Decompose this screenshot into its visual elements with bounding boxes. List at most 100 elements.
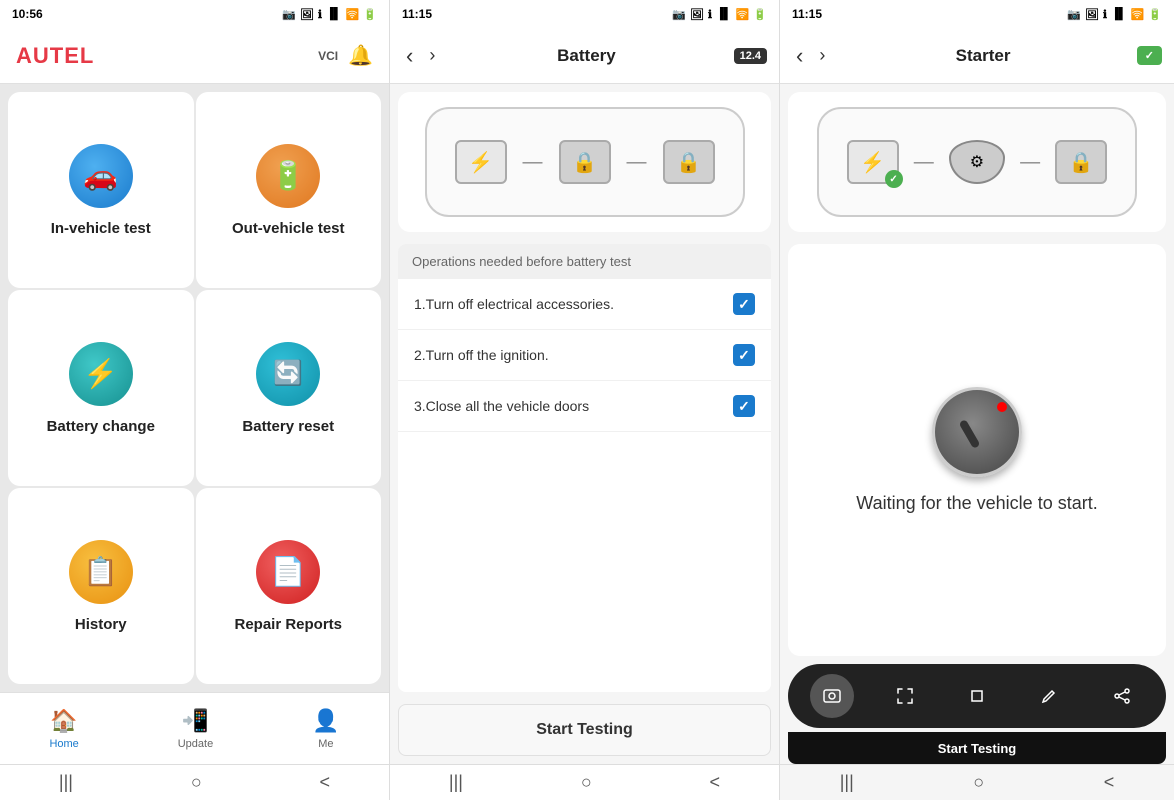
android-back-btn-3[interactable]: <	[1104, 772, 1115, 793]
starter-header: ‹ › Starter ✓	[780, 28, 1174, 84]
android-nav-2: ||| ○ <	[390, 764, 779, 800]
expand-tool-icon[interactable]	[883, 674, 927, 718]
android-back-btn-2[interactable]: <	[710, 772, 721, 793]
bottom-nav-1: 🏠 Home 📲 Update 👤 Me	[0, 692, 389, 764]
ignition-dial	[932, 387, 1022, 477]
battery-box-starter: ⚡ ✓	[847, 140, 899, 184]
camera-icon-2: 📷	[672, 8, 686, 21]
image-icon-3: 🖼	[1085, 8, 1099, 21]
operation-text-1: 1.Turn off electrical accessories.	[414, 296, 614, 312]
lock-box-starter: 🔒	[1055, 140, 1107, 184]
ignition-indicator	[959, 419, 981, 449]
autel-logo: AUTEL	[16, 43, 94, 69]
operations-title: Operations needed before battery test	[412, 254, 631, 269]
arrow-s2: —	[1020, 151, 1040, 174]
nav-home[interactable]: 🏠 Home	[49, 708, 78, 750]
status-bar-2: 11:15 📷 🖼 ℹ ▐▌ 🛜 🔋	[390, 0, 779, 28]
crop-tool-icon[interactable]	[955, 674, 999, 718]
forward-button-2[interactable]: ›	[425, 41, 439, 70]
car-outline-diagram: ⚡ — 🔒 — 🔒	[425, 107, 745, 217]
status-icons-2: 📷 🖼 ℹ ▐▌ 🛜 🔋	[672, 8, 767, 21]
grid-item-battery-reset[interactable]: 🔄 Battery reset	[196, 290, 382, 486]
vci-badge: VCI	[318, 49, 338, 63]
pen-tool-icon[interactable]	[1027, 674, 1071, 718]
grid-item-in-vehicle-test[interactable]: 🚗 In-vehicle test	[8, 92, 194, 288]
android-home-btn-3[interactable]: ○	[973, 772, 984, 793]
operation-item-3: 3.Close all the vehicle doors ✓	[398, 381, 771, 432]
in-vehicle-test-icon: 🚗	[69, 144, 133, 208]
signal-icon-3: ▐▌	[1111, 8, 1127, 20]
android-menu-btn-1[interactable]: |||	[59, 772, 73, 793]
out-vehicle-test-label: Out-vehicle test	[232, 220, 345, 237]
battery-box: ⚡	[455, 140, 507, 184]
time-1: 10:56	[12, 7, 43, 21]
wifi-icon-2: 🛜	[736, 8, 750, 21]
start-testing-overlay[interactable]: Start Testing	[788, 732, 1166, 764]
android-back-btn-1[interactable]: <	[320, 772, 331, 793]
android-home-btn-2[interactable]: ○	[581, 772, 592, 793]
start-testing-label: Start Testing	[536, 721, 633, 739]
image-icon-2: 🖼	[690, 8, 704, 21]
camera-icon-1: 📷	[282, 8, 296, 21]
info-icon-3: ℹ	[1103, 8, 1107, 21]
forward-button-3[interactable]: ›	[815, 41, 829, 70]
out-vehicle-test-icon: 🔋	[256, 144, 320, 208]
status-bar-3: 11:15 📷 🖼 ℹ ▐▌ 🛜 🔋	[780, 0, 1174, 28]
starter-motor-box: ⚙	[949, 140, 1005, 184]
grid-item-out-vehicle-test[interactable]: 🔋 Out-vehicle test	[196, 92, 382, 288]
nav-update[interactable]: 📲 Update	[178, 708, 213, 750]
starter-title: Starter	[837, 46, 1128, 66]
android-nav-3: ||| ○ <	[780, 764, 1174, 800]
repair-reports-icon: 📄	[256, 540, 320, 604]
status-icons-1: 📷 🖼 ℹ ▐▌ 🛜 🔋	[282, 8, 377, 21]
history-label: History	[75, 616, 127, 633]
bottom-toolbar	[788, 664, 1166, 728]
battery-status-3: 🔋	[1148, 8, 1162, 21]
panel-main-menu: 10:56 📷 🖼 ℹ ▐▌ 🛜 🔋 AUTEL VCI 🔔 🚗 In-vehi…	[0, 0, 390, 800]
checkbox-1[interactable]: ✓	[733, 293, 755, 315]
header-icons-1: VCI 🔔	[318, 43, 373, 68]
battery-reset-label: Battery reset	[242, 418, 334, 435]
grid-item-repair-reports[interactable]: 📄 Repair Reports	[196, 488, 382, 684]
in-vehicle-test-label: In-vehicle test	[51, 220, 151, 237]
starter-motor-component: ⚙	[949, 140, 1005, 184]
start-testing-button[interactable]: Start Testing	[398, 704, 771, 756]
ignition-red-dot	[997, 402, 1007, 412]
battery-component: ⚡	[455, 140, 507, 184]
operation-text-3: 3.Close all the vehicle doors	[414, 398, 589, 414]
arrow-s1: —	[914, 151, 934, 174]
grid-item-battery-change[interactable]: ⚡ Battery change	[8, 290, 194, 486]
notification-icon[interactable]: 🔔	[348, 43, 373, 68]
android-home-btn-1[interactable]: ○	[191, 772, 202, 793]
operation-item-1: 1.Turn off electrical accessories. ✓	[398, 279, 771, 330]
grid-item-history[interactable]: 📋 History	[8, 488, 194, 684]
checkbox-2[interactable]: ✓	[733, 344, 755, 366]
update-label: Update	[178, 738, 213, 750]
battery-diagram: ⚡ — 🔒 — 🔒	[398, 92, 771, 232]
lock-box-1: 🔒	[559, 140, 611, 184]
checkbox-3[interactable]: ✓	[733, 395, 755, 417]
battery-status-1: 🔋	[363, 8, 377, 21]
home-icon: 🏠	[50, 708, 77, 734]
car-outline-starter: ⚡ ✓ — ⚙ — 🔒	[817, 107, 1137, 217]
share-tool-icon[interactable]	[1100, 674, 1144, 718]
back-button-2[interactable]: ‹	[402, 39, 417, 73]
lock-component-starter: 🔒	[1055, 140, 1107, 184]
android-menu-btn-2[interactable]: |||	[449, 772, 463, 793]
me-icon: 👤	[312, 708, 339, 734]
update-icon: 📲	[182, 708, 209, 734]
android-nav-1: ||| ○ <	[0, 764, 389, 800]
back-button-3[interactable]: ‹	[792, 39, 807, 73]
arrow-2: —	[627, 151, 647, 174]
lock-component-2: 🔒	[663, 140, 715, 184]
wifi-icon-1: 🛜	[346, 8, 360, 21]
android-menu-btn-3[interactable]: |||	[840, 772, 854, 793]
operation-item-2: 2.Turn off the ignition. ✓	[398, 330, 771, 381]
panel-battery: 11:15 📷 🖼 ℹ ▐▌ 🛜 🔋 ‹ › Battery 12.4 ⚡ — …	[390, 0, 780, 800]
time-3: 11:15	[792, 7, 822, 21]
nav-me[interactable]: 👤 Me	[312, 708, 339, 750]
operations-section: Operations needed before battery test 1.…	[398, 244, 771, 692]
wifi-icon-3: 🛜	[1131, 8, 1145, 21]
lock-component-1: 🔒	[559, 140, 611, 184]
screenshot-tool-icon[interactable]	[810, 674, 854, 718]
